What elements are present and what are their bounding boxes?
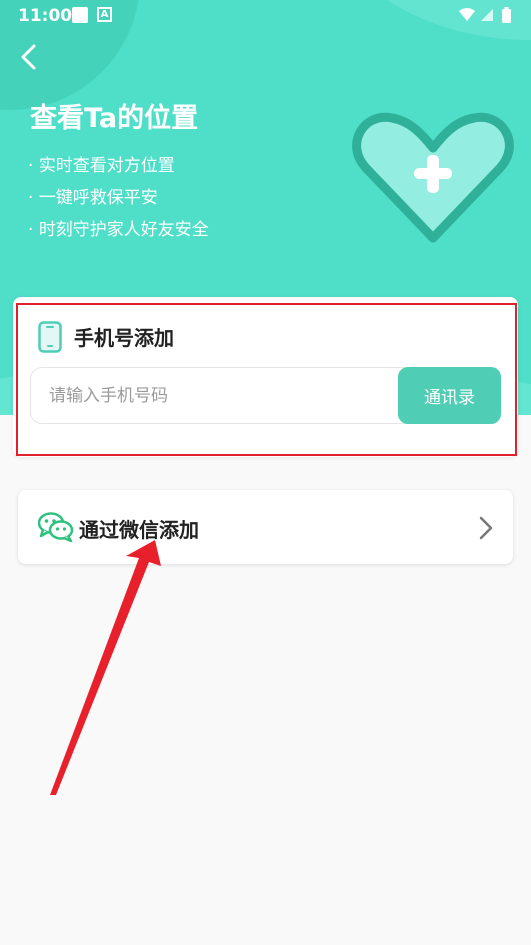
feature-item: 时刻守护家人好友安全 [28,214,209,246]
status-bar: 11:00 A [0,0,531,30]
wifi-icon [459,8,475,21]
phone-number-input[interactable] [30,367,450,424]
status-time: 11:00 [18,6,73,26]
feature-item: 一键呼救保平安 [28,182,209,214]
wechat-add-label: 通过微信添加 [79,518,199,542]
wechat-add-card[interactable]: 通过微信添加 [18,490,513,564]
cell-signal-icon [481,9,493,21]
app-notification-icon: A [97,7,112,22]
phone-icon [38,321,62,353]
chevron-left-icon [21,44,36,70]
chevron-right-icon [479,516,493,540]
feature-item: 实时查看对方位置 [28,150,209,182]
back-button[interactable] [14,40,44,74]
wechat-icon [38,512,74,542]
heart-plus-icon [352,112,514,243]
battery-icon [502,9,511,23]
contacts-button[interactable]: 通讯录 [398,367,501,424]
phone-add-title: 手机号添加 [74,326,174,350]
notification-square-icon [72,7,88,23]
page-title: 查看Ta的位置 [30,103,199,134]
feature-list: 实时查看对方位置 一键呼救保平安 时刻守护家人好友安全 [28,150,209,246]
signal-battery-icons [459,7,511,23]
